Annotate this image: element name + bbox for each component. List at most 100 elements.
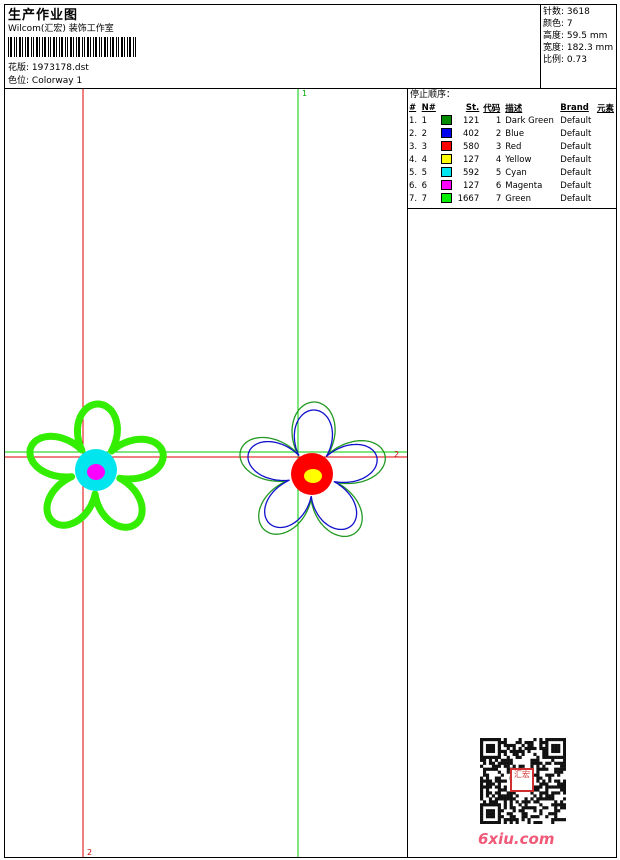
qr-module bbox=[485, 776, 490, 780]
qr-module bbox=[488, 767, 493, 771]
qr-module bbox=[503, 803, 507, 807]
qr-module bbox=[557, 803, 561, 807]
qr-module bbox=[503, 761, 507, 765]
qr-module bbox=[545, 815, 549, 819]
stat-width: 宽度: 182.3 mm bbox=[543, 43, 614, 53]
qr-module bbox=[497, 797, 501, 801]
qr-module bbox=[480, 738, 484, 742]
qr-module bbox=[485, 782, 490, 786]
qr-module bbox=[551, 743, 555, 748]
right-flower-yellow-core bbox=[304, 469, 322, 483]
qr-module bbox=[506, 758, 510, 762]
qr-module bbox=[500, 815, 504, 819]
qr-module bbox=[539, 809, 543, 813]
qr-module bbox=[557, 818, 561, 822]
qr-module bbox=[491, 809, 496, 813]
qr-module bbox=[533, 800, 537, 804]
qr-module bbox=[480, 803, 484, 807]
qr-module bbox=[548, 738, 552, 742]
qr-module bbox=[491, 812, 496, 816]
qr-module bbox=[542, 797, 546, 801]
qr-module bbox=[488, 779, 493, 783]
stats-divider bbox=[540, 4, 541, 88]
qr-module bbox=[506, 761, 510, 765]
qr-module bbox=[548, 785, 552, 789]
qr-module bbox=[545, 773, 549, 777]
cell-stitches: 127 bbox=[463, 154, 480, 165]
cell-element bbox=[595, 179, 617, 192]
qr-module bbox=[560, 767, 564, 771]
qr-module bbox=[545, 746, 549, 751]
qr-module bbox=[491, 815, 496, 819]
barcode-bar bbox=[133, 37, 134, 57]
table-row: 7. 7 1667 7 Green Default bbox=[407, 192, 617, 205]
qr-module bbox=[563, 803, 566, 807]
qr-module bbox=[494, 797, 498, 801]
barcode-bar bbox=[99, 37, 100, 57]
stat-height: 高度: 59.5 mm bbox=[543, 31, 608, 41]
barcode-bar bbox=[42, 37, 43, 57]
qr-module bbox=[539, 743, 543, 748]
col-brand: Brand bbox=[560, 102, 589, 113]
qr-module bbox=[557, 809, 561, 813]
qr-module bbox=[539, 746, 543, 751]
qr-module bbox=[563, 755, 566, 759]
qr-module bbox=[536, 788, 540, 792]
barcode-bar bbox=[87, 37, 89, 57]
qr-module bbox=[539, 738, 543, 742]
col-description: 描述 bbox=[505, 103, 523, 114]
qr-module bbox=[503, 794, 507, 798]
qr-module bbox=[560, 806, 564, 810]
cell-element bbox=[595, 192, 617, 205]
qr-module bbox=[491, 803, 496, 807]
qr-module bbox=[521, 812, 525, 816]
barcode-bar bbox=[39, 37, 40, 57]
qr-module bbox=[563, 752, 566, 756]
qr-module bbox=[518, 740, 522, 745]
qr-module bbox=[563, 797, 566, 801]
qr-module bbox=[503, 779, 507, 783]
qr-module bbox=[509, 818, 513, 822]
qr-module bbox=[530, 758, 534, 762]
qr-module bbox=[530, 806, 534, 810]
qr-module bbox=[533, 809, 537, 813]
qr-module bbox=[488, 758, 493, 762]
qr-module bbox=[524, 812, 528, 816]
qr-module bbox=[554, 800, 558, 804]
cell-index: 1. bbox=[409, 115, 418, 126]
qr-module bbox=[488, 797, 493, 801]
qr-module bbox=[557, 767, 561, 771]
cell-code: 6 bbox=[495, 180, 502, 191]
qr-module bbox=[530, 740, 534, 745]
table-row: 6. 6 127 6 Magenta Default bbox=[407, 179, 617, 192]
barcode-bar bbox=[22, 37, 23, 57]
cell-element bbox=[595, 140, 617, 153]
qr-module bbox=[557, 782, 561, 786]
qr-module bbox=[497, 770, 501, 774]
qr-module bbox=[527, 740, 531, 745]
qr-module bbox=[545, 749, 549, 754]
barcode-bar bbox=[44, 37, 46, 57]
qr-module bbox=[485, 779, 490, 783]
qr-module bbox=[548, 779, 552, 783]
qr-module bbox=[554, 791, 558, 795]
table-row: 3. 3 580 3 Red Default bbox=[407, 140, 617, 153]
qr-module bbox=[563, 761, 566, 765]
qr-module bbox=[527, 746, 531, 751]
qr-module bbox=[551, 791, 555, 795]
qr-module bbox=[554, 818, 558, 822]
qr-module bbox=[548, 794, 552, 798]
qr-module bbox=[506, 746, 510, 751]
qr-module bbox=[557, 791, 561, 795]
page-title: 生产作业图 bbox=[8, 8, 79, 23]
cell-description: Cyan bbox=[505, 167, 527, 178]
qr-module bbox=[506, 743, 510, 748]
barcode-bar bbox=[65, 37, 66, 57]
qr-module bbox=[512, 806, 516, 810]
qr-module bbox=[480, 743, 484, 748]
qr-module bbox=[554, 815, 558, 819]
cell-brand: Default bbox=[560, 180, 592, 191]
barcode-bar bbox=[56, 37, 57, 57]
qr-module bbox=[503, 749, 507, 754]
qr-module bbox=[560, 788, 564, 792]
